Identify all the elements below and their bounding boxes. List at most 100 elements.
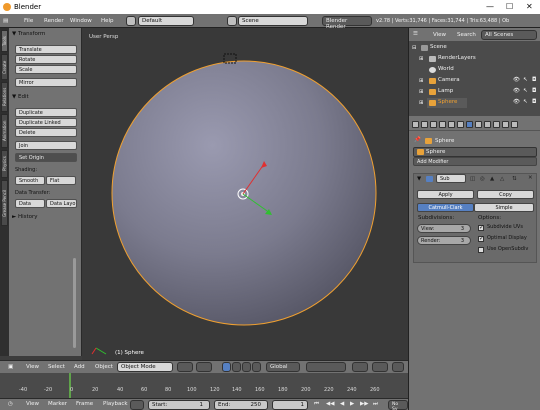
data-tab-icon[interactable]: [475, 121, 482, 128]
sphere-render[interactable]: [82, 28, 408, 360]
preview-range-toggle[interactable]: [130, 400, 144, 410]
play-icon[interactable]: ▶: [350, 401, 354, 407]
outliner-editor-type-icon[interactable]: ☰: [413, 31, 418, 37]
start-frame-field[interactable]: Start: 1: [148, 400, 210, 410]
menu-view[interactable]: View: [26, 364, 39, 370]
translate-button[interactable]: Translate: [15, 45, 77, 54]
outliner-item-sphere[interactable]: Sphere: [438, 99, 457, 105]
render-tab-icon[interactable]: [412, 121, 419, 128]
set-origin-dropdown[interactable]: Set Origin: [15, 153, 77, 162]
outliner-item-world[interactable]: World: [438, 66, 454, 72]
transform-orientation-dropdown[interactable]: Global: [266, 362, 300, 372]
use-opensubdiv-checkbox[interactable]: [478, 247, 484, 253]
render-camera-icon[interactable]: ◘: [532, 99, 536, 105]
scene-icon[interactable]: [227, 16, 237, 26]
play-reverse-icon[interactable]: ◀: [340, 401, 344, 407]
close-button[interactable]: ✕: [526, 2, 533, 11]
current-frame-indicator[interactable]: [69, 373, 71, 398]
mirror-button[interactable]: Mirror: [15, 78, 77, 87]
screen-layout-field[interactable]: Default: [138, 16, 194, 26]
apply-button[interactable]: Apply: [417, 190, 474, 199]
timeline-editor-type-icon[interactable]: ◷: [8, 401, 13, 407]
prev-keyframe-icon[interactable]: ◀◀: [326, 401, 334, 407]
tab-relations[interactable]: Relations: [1, 82, 8, 112]
modifiers-tab-icon[interactable]: [466, 121, 473, 128]
object-name-field[interactable]: Sphere: [413, 147, 537, 157]
menu-render[interactable]: Render: [44, 18, 64, 24]
tab-physics[interactable]: Physics: [1, 150, 8, 178]
particles-tab-icon[interactable]: [502, 121, 509, 128]
menu-help[interactable]: Help: [101, 18, 114, 24]
add-modifier-dropdown[interactable]: Add Modifier: [413, 157, 537, 166]
object-tab-icon[interactable]: [448, 121, 455, 128]
catmull-clark-button[interactable]: Catmull-Clark: [417, 203, 474, 212]
visibility-eye-icon[interactable]: 👁: [513, 77, 520, 83]
transform-panel-header[interactable]: ▼ Transform: [12, 31, 45, 37]
current-frame-field[interactable]: 1: [272, 400, 308, 410]
flat-button[interactable]: Flat: [46, 176, 76, 185]
data-layout-button[interactable]: Data Layo: [46, 199, 77, 208]
timeline-editor[interactable]: -40 -20 0 20 40 60 80 100 120 140 160 18…: [0, 373, 408, 398]
render-levels-field[interactable]: Render: 3: [417, 236, 471, 245]
expand-arrow-icon[interactable]: ⊟: [412, 45, 417, 51]
timeline-menu-view[interactable]: View: [26, 401, 39, 407]
subdivide-uvs-checkbox[interactable]: [478, 224, 484, 231]
sync-dropdown[interactable]: No Sy: [388, 400, 408, 410]
jump-end-icon[interactable]: ⏭: [373, 401, 378, 408]
outliner-item-lamp[interactable]: Lamp: [438, 88, 453, 94]
outliner[interactable]: ☰ View Search All Scenes ⊟ Scene ⊞ Rende…: [408, 28, 540, 116]
constraints-tab-icon[interactable]: [457, 121, 464, 128]
optimal-display-checkbox[interactable]: [478, 235, 484, 242]
modifier-name-field[interactable]: Sub: [436, 174, 466, 183]
editor-type-icon-3d[interactable]: ▣: [8, 364, 13, 370]
menu-select[interactable]: Select: [48, 364, 65, 370]
manipulator-toggle-icon[interactable]: [222, 362, 231, 372]
scale-button[interactable]: Scale: [15, 65, 77, 74]
modifier-render-icon[interactable]: ◎: [480, 176, 485, 182]
selectability-arrow-icon[interactable]: ↖: [523, 77, 528, 83]
outliner-menu-view[interactable]: View: [433, 32, 446, 38]
expand-arrow-icon[interactable]: ⊞: [419, 78, 424, 84]
timeline-menu-marker[interactable]: Marker: [48, 401, 67, 407]
history-panel-header[interactable]: ► History: [12, 214, 38, 220]
modifier-editmode-icon[interactable]: ▲: [490, 176, 494, 182]
tool-shelf-scrollbar[interactable]: [73, 258, 76, 348]
render-camera-icon[interactable]: ◘: [532, 77, 536, 83]
3d-viewport[interactable]: User Persp (1) Sphere: [82, 28, 408, 360]
mode-dropdown[interactable]: Object Mode: [117, 362, 173, 372]
world-tab-icon[interactable]: [439, 121, 446, 128]
outliner-item-renderlayers[interactable]: RenderLayers: [438, 55, 476, 61]
tab-create[interactable]: Create: [1, 54, 8, 80]
outliner-menu-search[interactable]: Search: [457, 32, 476, 38]
menu-object[interactable]: Object: [95, 364, 113, 370]
end-frame-field[interactable]: End: 250: [214, 400, 268, 410]
selectability-arrow-icon[interactable]: ↖: [523, 99, 528, 105]
timeline-menu-frame[interactable]: Frame: [76, 401, 93, 407]
join-button[interactable]: Join: [15, 141, 77, 150]
properties-editor[interactable]: 📌 Sphere Sphere Add Modifier ▼ Sub ◫ ◎ ▲…: [408, 116, 540, 410]
translate-manipulator-icon[interactable]: [232, 362, 241, 372]
modifier-cage-icon[interactable]: △: [500, 176, 504, 182]
snap-toggle[interactable]: [372, 362, 388, 372]
screen-layout-icon[interactable]: [126, 16, 136, 26]
scene-tab-icon[interactable]: [430, 121, 437, 128]
modifier-move-icon[interactable]: ⇅: [512, 176, 517, 182]
expand-arrow-icon[interactable]: ⊞: [419, 100, 424, 106]
expand-arrow-icon[interactable]: ⊞: [419, 89, 424, 95]
minimize-button[interactable]: —: [486, 2, 494, 11]
pin-icon[interactable]: 📌: [414, 137, 421, 143]
selectability-arrow-icon[interactable]: ↖: [523, 88, 528, 94]
menu-file[interactable]: File: [24, 18, 33, 24]
view-levels-field[interactable]: View: 3: [417, 224, 471, 233]
smooth-button[interactable]: Smooth: [15, 176, 45, 185]
editor-type-icon[interactable]: ▤: [3, 18, 8, 24]
modifier-realtime-icon[interactable]: ◫: [470, 176, 475, 182]
jump-start-icon[interactable]: ⏮: [314, 401, 319, 408]
scene-field[interactable]: Scene: [238, 16, 308, 26]
data-transfer-button[interactable]: Data: [15, 199, 45, 208]
visibility-eye-icon[interactable]: 👁: [513, 88, 520, 94]
proportional-edit-dropdown[interactable]: [352, 362, 368, 372]
viewport-shading-dropdown[interactable]: [177, 362, 193, 372]
outliner-item-scene[interactable]: Scene: [430, 44, 447, 50]
material-tab-icon[interactable]: [484, 121, 491, 128]
